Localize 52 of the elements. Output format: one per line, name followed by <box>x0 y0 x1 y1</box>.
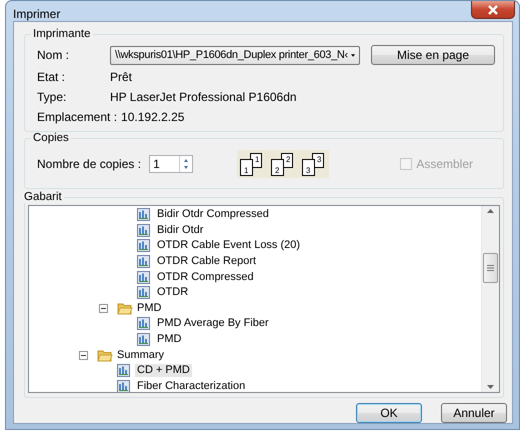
checkbox-label: Assembler <box>416 157 473 171</box>
field-label: Type: <box>37 90 68 104</box>
field-value: HP LaserJet Professional P1606dn <box>110 90 297 104</box>
copies-input[interactable]: 1 <box>150 156 180 172</box>
copies-spinner[interactable]: 1 <box>149 155 194 173</box>
copies-label: Nombre de copies : <box>37 157 142 171</box>
tree-item[interactable]: PMD Average By Fiber <box>155 317 271 330</box>
report-icon <box>117 364 130 378</box>
window-title: Imprimer <box>13 7 60 21</box>
scroll-down-icon[interactable] <box>487 385 494 389</box>
page-setup-button[interactable]: Mise en page <box>371 45 495 65</box>
group-label: Imprimante <box>32 28 92 40</box>
tree-item[interactable]: PMD <box>135 302 164 315</box>
collate-pages-drawing: 1 1 2 2 3 3 <box>237 150 330 178</box>
report-icon <box>137 255 150 268</box>
report-icon <box>137 270 150 284</box>
tree-item[interactable]: OTDR <box>155 286 190 300</box>
report-icon <box>117 380 130 392</box>
collapse-icon[interactable] <box>99 304 108 313</box>
field-value: 10.192.2.25 <box>121 110 184 124</box>
field-label: Etat : <box>37 70 66 84</box>
report-icon <box>137 333 150 346</box>
dropdown-arrow-icon <box>350 52 355 58</box>
report-icon <box>137 317 150 330</box>
scroll-thumb[interactable] <box>483 253 498 283</box>
group-label: Gabarit <box>23 191 63 203</box>
dialog-button[interactable]: Annuler <box>441 403 507 423</box>
close-button[interactable] <box>471 1 515 19</box>
report-icon <box>137 239 150 252</box>
field-label: Emplacement : <box>37 110 118 124</box>
tree-item[interactable]: Summary <box>115 348 166 362</box>
tree-item[interactable]: PMD <box>155 333 184 346</box>
printer-dropdown[interactable]: \\wkspuris01\HP_P1606dn_Duplex printer_603_N‹ <box>110 46 360 64</box>
dialog-button[interactable]: OK <box>356 403 422 423</box>
group-label: Copies <box>32 132 70 144</box>
folder-icon <box>117 302 133 315</box>
scroll-up-icon[interactable] <box>487 209 494 213</box>
field-value: Prêt <box>110 70 132 84</box>
report-icon <box>137 286 150 300</box>
tree-item[interactable]: CD + PMD <box>135 364 192 378</box>
tree-item[interactable]: Bidir Otdr Compressed <box>155 208 271 222</box>
field-label: Nom : <box>37 48 70 62</box>
collapse-icon[interactable] <box>79 350 88 360</box>
tree-item[interactable]: OTDR Cable Report <box>155 255 258 268</box>
tree-item[interactable]: Bidir Otdr <box>155 224 206 237</box>
tree-item[interactable]: OTDR Cable Event Loss (20) <box>155 239 302 252</box>
close-icon <box>487 4 499 14</box>
report-icon <box>137 224 150 237</box>
folder-icon <box>97 348 113 362</box>
tree-item[interactable]: Fiber Characterization <box>135 380 248 392</box>
report-icon <box>137 208 150 222</box>
tree-item[interactable]: OTDR Compressed <box>155 270 256 284</box>
